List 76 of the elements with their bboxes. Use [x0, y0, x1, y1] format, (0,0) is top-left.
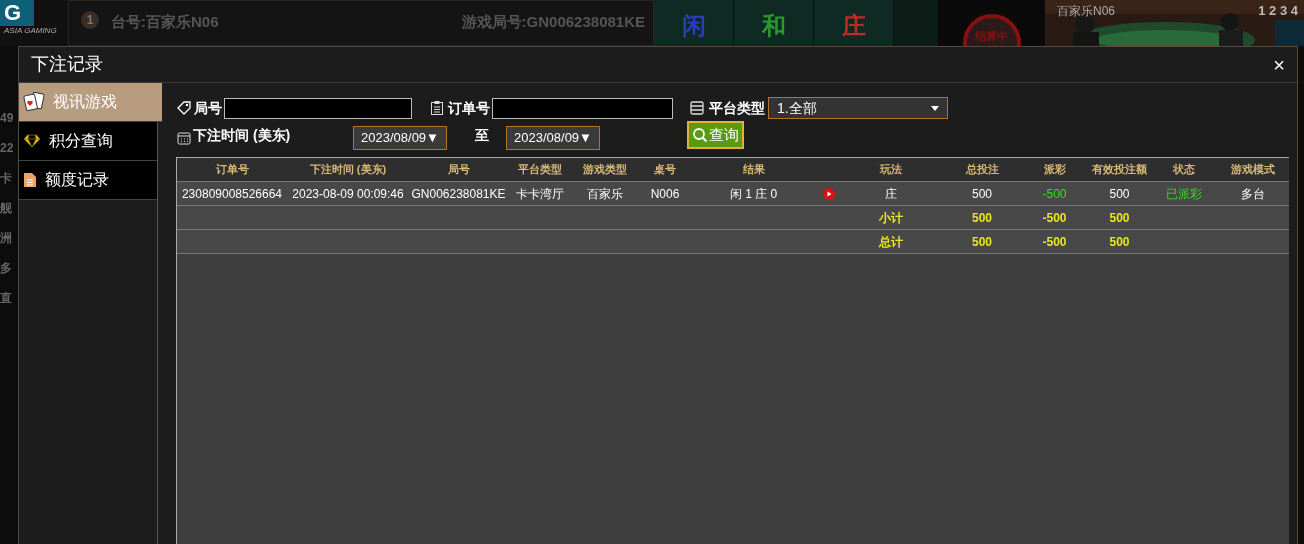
diamond-icon	[23, 134, 41, 148]
background-text: 直	[0, 290, 13, 306]
column-header: 玩法	[879, 162, 903, 178]
table-cell-text: 庄	[884, 185, 898, 203]
round-id: 游戏局号:GN006238081KE	[461, 12, 645, 32]
table-cell-text: 百家乐	[586, 185, 624, 203]
calendar-icon	[176, 130, 192, 146]
table-cell-text: GN006238081KE	[410, 185, 507, 203]
table-name: 台号:百家乐N06	[111, 12, 219, 32]
table-cell-text: 230809008526664	[180, 185, 284, 203]
column-header: 平台类型	[516, 162, 563, 178]
column-header: 局号	[446, 162, 471, 178]
column-header: 状态	[1171, 162, 1196, 178]
background-text: 49	[0, 110, 15, 126]
table-cell-text: 总计	[877, 233, 904, 251]
playing-cards-icon	[23, 92, 45, 112]
clipboard-icon	[429, 100, 445, 116]
column-header: 总投注	[964, 162, 1000, 178]
column-header: 派彩	[1042, 162, 1067, 178]
date-from-select[interactable]: 2023/08/09▼	[353, 126, 447, 150]
logo-caption: ASIA GAMING	[3, 26, 58, 36]
platform-select[interactable]: 1.全部	[768, 97, 948, 119]
close-button[interactable]: ×	[1273, 54, 1285, 75]
caret-icon	[931, 105, 939, 111]
date-to-select[interactable]: 2023/08/09▼	[506, 126, 600, 150]
document-icon	[23, 172, 37, 188]
order-label: 订单号	[448, 98, 490, 118]
column-header: 有效投注额	[1091, 162, 1148, 178]
column-header: 游戏类型	[582, 162, 628, 178]
search-icon	[692, 127, 708, 143]
sidebar-tab[interactable]: 积分查询	[19, 122, 157, 161]
table-cell-text: -500	[1041, 185, 1068, 203]
background-text: 多	[0, 260, 13, 276]
column-header: 结果	[741, 162, 766, 178]
table-cell-text: 500	[971, 233, 993, 251]
table-badge: 1	[81, 11, 99, 29]
background-text: 洲	[0, 230, 13, 246]
bet-zone-label: 庄	[814, 0, 894, 46]
table-cell-text: 卡卡湾厅	[514, 185, 565, 203]
table-cell-text: 小计	[878, 209, 904, 227]
video-tabs: 1 2 3 4	[1258, 1, 1298, 21]
table-cell-text: 多台	[1239, 185, 1266, 203]
column-header: 订单号	[214, 162, 250, 178]
table-cell-text: N006	[649, 185, 681, 203]
order-input[interactable]	[492, 97, 673, 119]
status-stamp: 结算中	[962, 14, 1021, 46]
to-label: 至	[475, 126, 490, 145]
background-text: 卡	[0, 170, 13, 186]
table-cell-text: -500	[1041, 209, 1068, 227]
background-text: 22	[0, 140, 15, 156]
column-header: 桌号	[653, 162, 677, 178]
dialog-title: 下注记录	[31, 53, 103, 76]
table-cell-text: 已派彩	[1165, 185, 1203, 203]
table-cell-text: 2023-08-09 00:09:46	[291, 185, 405, 203]
background-text: 舰	[0, 200, 13, 216]
round-input[interactable]	[224, 97, 412, 119]
play-icon[interactable]	[822, 187, 835, 200]
round-label: 局号	[194, 98, 222, 118]
table-cell-text: 500	[1108, 185, 1131, 203]
table-cell-text: 500	[1108, 209, 1131, 227]
list-icon	[689, 100, 705, 116]
table-cell-text: 500	[971, 209, 993, 227]
tag-icon	[176, 100, 192, 116]
bet-zone-label: 闲	[654, 0, 734, 46]
time-label: 下注时间 (美东)	[193, 126, 292, 145]
bet-zone-label: 和	[734, 0, 814, 46]
column-header: 游戏模式	[1229, 162, 1276, 178]
table-cell-text: 500	[1108, 233, 1131, 251]
video-label: 百家乐N06	[1057, 3, 1115, 20]
sidebar-tab[interactable]: 额度记录	[19, 161, 157, 200]
table-cell-text: -500	[1041, 233, 1068, 251]
logo-letter: G	[0, 0, 34, 26]
column-header: 下注时间 (美东)	[308, 162, 388, 178]
platform-label: 平台类型	[709, 98, 765, 118]
table-cell-text: 500	[971, 185, 993, 203]
table-cell-text: 闲 1 庄 0	[728, 185, 779, 203]
